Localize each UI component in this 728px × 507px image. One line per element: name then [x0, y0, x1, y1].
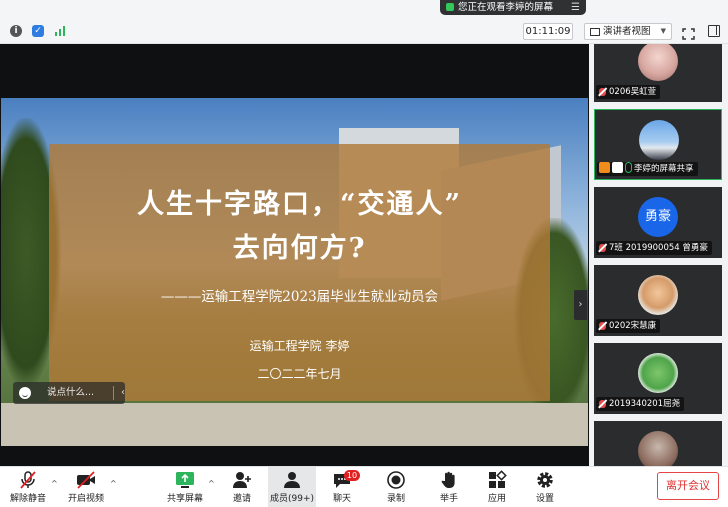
unmute-button[interactable]: 解除静音 [8, 470, 48, 504]
fullscreen-icon[interactable] [682, 25, 695, 40]
meeting-window: 您正在观看李婷的屏幕 ☰ i ✓ 01:11:09 演讲者视图 ▼ 人生十字路口… [0, 0, 728, 507]
add-user-icon [231, 470, 253, 490]
settings-label: 设置 [535, 494, 554, 504]
info-icon[interactable]: i [10, 25, 22, 37]
slide-subtitle: ———运输工程学院2023届毕业生就业动员会 [160, 289, 439, 305]
start-video-button[interactable]: 开启视频 [66, 470, 106, 504]
host-icon [599, 162, 610, 173]
participant-name-tag: 0206吴虹萱 [596, 85, 661, 99]
participant-name-tag: 0202宋慧康 [596, 319, 661, 333]
participant-name-tag: 7班 2019900054 曾勇豪 [596, 241, 712, 255]
participant-tile-active[interactable]: 李婷的屏幕共享 [594, 109, 722, 180]
members-button[interactable]: 成员(99+) [270, 470, 314, 504]
share-indicator-icon [446, 3, 454, 11]
speaker-view-label: 演讲者视图 [603, 26, 651, 37]
shared-screen-area: 人生十字路口，“交通人” 去向何方? ———运输工程学院2023届毕业生就业动员… [0, 44, 589, 466]
participant-tile[interactable]: 0206吴虹萱 [594, 44, 722, 102]
mic-muted-icon [599, 400, 606, 408]
speaker-view-dropdown[interactable]: 演讲者视图 ▼ [584, 23, 672, 40]
participant-tile[interactable] [594, 421, 722, 466]
participant-name-tag: 2019340201屈尧 [596, 397, 685, 411]
avatar [638, 431, 678, 466]
hand-icon [438, 470, 460, 490]
avatar [638, 353, 678, 393]
slide-date: 二〇二二年七月 [257, 367, 342, 381]
signal-icon[interactable] [54, 25, 66, 37]
participant-name: 7班 2019900054 曾勇豪 [609, 243, 708, 253]
layout-icon[interactable] [708, 25, 720, 37]
mic-muted-icon [599, 322, 606, 330]
banner-text: 您正在观看李婷的屏幕 [458, 2, 554, 13]
mic-muted-icon [599, 88, 606, 96]
chat-unread-badge: 10 [344, 470, 360, 481]
participant-name: 0206吴虹萱 [609, 87, 657, 97]
start-video-label: 开启视频 [67, 494, 104, 504]
mic-options-caret-icon[interactable]: ^ [51, 479, 58, 488]
leave-meeting-button[interactable]: 离开会议 [657, 472, 719, 500]
slide-presenter: 运输工程学院 李婷 [249, 339, 350, 353]
share-screen-button[interactable]: 共享屏幕 [164, 470, 206, 504]
avatar [638, 275, 678, 315]
speaker-view-icon [590, 28, 600, 36]
mic-on-icon [625, 162, 632, 173]
video-options-caret-icon[interactable]: ^ [110, 479, 117, 488]
participant-tile[interactable]: 0202宋慧康 [594, 265, 722, 336]
slide-title-card: 人生十字路口，“交通人” 去向何方? ———运输工程学院2023届毕业生就业动员… [49, 144, 550, 401]
unmute-label: 解除静音 [9, 494, 46, 504]
slide-title-line2: 去向何方? [232, 233, 367, 264]
share-options-caret-icon[interactable]: ^ [208, 479, 215, 488]
record-icon [385, 470, 407, 490]
chevron-down-icon: ▼ [660, 27, 666, 35]
chat-icon: 10 [331, 470, 360, 490]
quick-chat-placeholder: 说点什么... [47, 387, 95, 398]
top-bar: 您正在观看李婷的屏幕 ☰ i ✓ 01:11:09 演讲者视图 ▼ [0, 0, 728, 44]
meeting-timer: 01:11:09 [523, 23, 573, 40]
record-label: 录制 [386, 494, 405, 504]
screen-share-banner[interactable]: 您正在观看李婷的屏幕 ☰ [440, 0, 586, 15]
gear-icon [534, 470, 556, 490]
chat-button[interactable]: 10 聊天 [327, 470, 360, 504]
participant-tile[interactable]: 勇豪 7班 2019900054 曾勇豪 [594, 187, 722, 258]
avatar [639, 120, 679, 160]
emoji-icon[interactable] [19, 387, 31, 399]
quick-chat-input[interactable]: 说点什么... ‹ [13, 382, 125, 404]
invite-label: 邀请 [232, 494, 251, 504]
expand-sidebar-button[interactable]: › [574, 290, 587, 320]
slide-title-line1: 人生十字路口，“交通人” [136, 189, 463, 220]
raise-hand-label: 举手 [439, 494, 458, 504]
share-screen-label: 共享屏幕 [166, 494, 203, 504]
members-label: 成员(99+) [270, 494, 315, 504]
participant-name-tag: 李婷的屏幕共享 [597, 162, 698, 176]
participant-tile[interactable]: 2019340201屈尧 [594, 343, 722, 414]
collapse-chevron-icon[interactable]: ‹ [121, 382, 125, 404]
divider [113, 386, 114, 400]
participant-name: 0202宋慧康 [609, 321, 657, 331]
record-button[interactable]: 录制 [381, 470, 411, 504]
avatar-initials: 勇豪 [638, 197, 678, 237]
participant-sidebar: 0206吴虹萱 李婷的屏幕共享 勇豪 7班 2019900054 曾勇豪 020… [589, 44, 728, 466]
meeting-toolbar: 解除静音 ^ 开启视频 ^ 共享屏幕 ^ 邀请 成员(99+) 10 聊天 录制… [0, 466, 728, 507]
members-icon [281, 470, 303, 490]
plaza-ground [1, 403, 588, 446]
mic-muted-icon [599, 244, 606, 252]
avatar [638, 44, 678, 81]
participant-name: 李婷的屏幕共享 [634, 164, 694, 174]
invite-button[interactable]: 邀请 [226, 470, 258, 504]
apps-button[interactable]: 应用 [482, 470, 512, 504]
apps-icon [486, 470, 508, 490]
screen-share-icon [612, 162, 623, 173]
mic-muted-icon [17, 470, 39, 490]
raise-hand-button[interactable]: 举手 [434, 470, 464, 504]
settings-button[interactable]: 设置 [530, 470, 560, 504]
apps-label: 应用 [487, 494, 506, 504]
camera-off-icon [75, 470, 97, 490]
shield-icon[interactable]: ✓ [32, 25, 44, 37]
share-screen-icon [174, 470, 196, 490]
banner-menu-icon[interactable]: ☰ [571, 0, 580, 15]
participant-name: 2019340201屈尧 [609, 399, 681, 409]
chat-label: 聊天 [332, 494, 351, 504]
